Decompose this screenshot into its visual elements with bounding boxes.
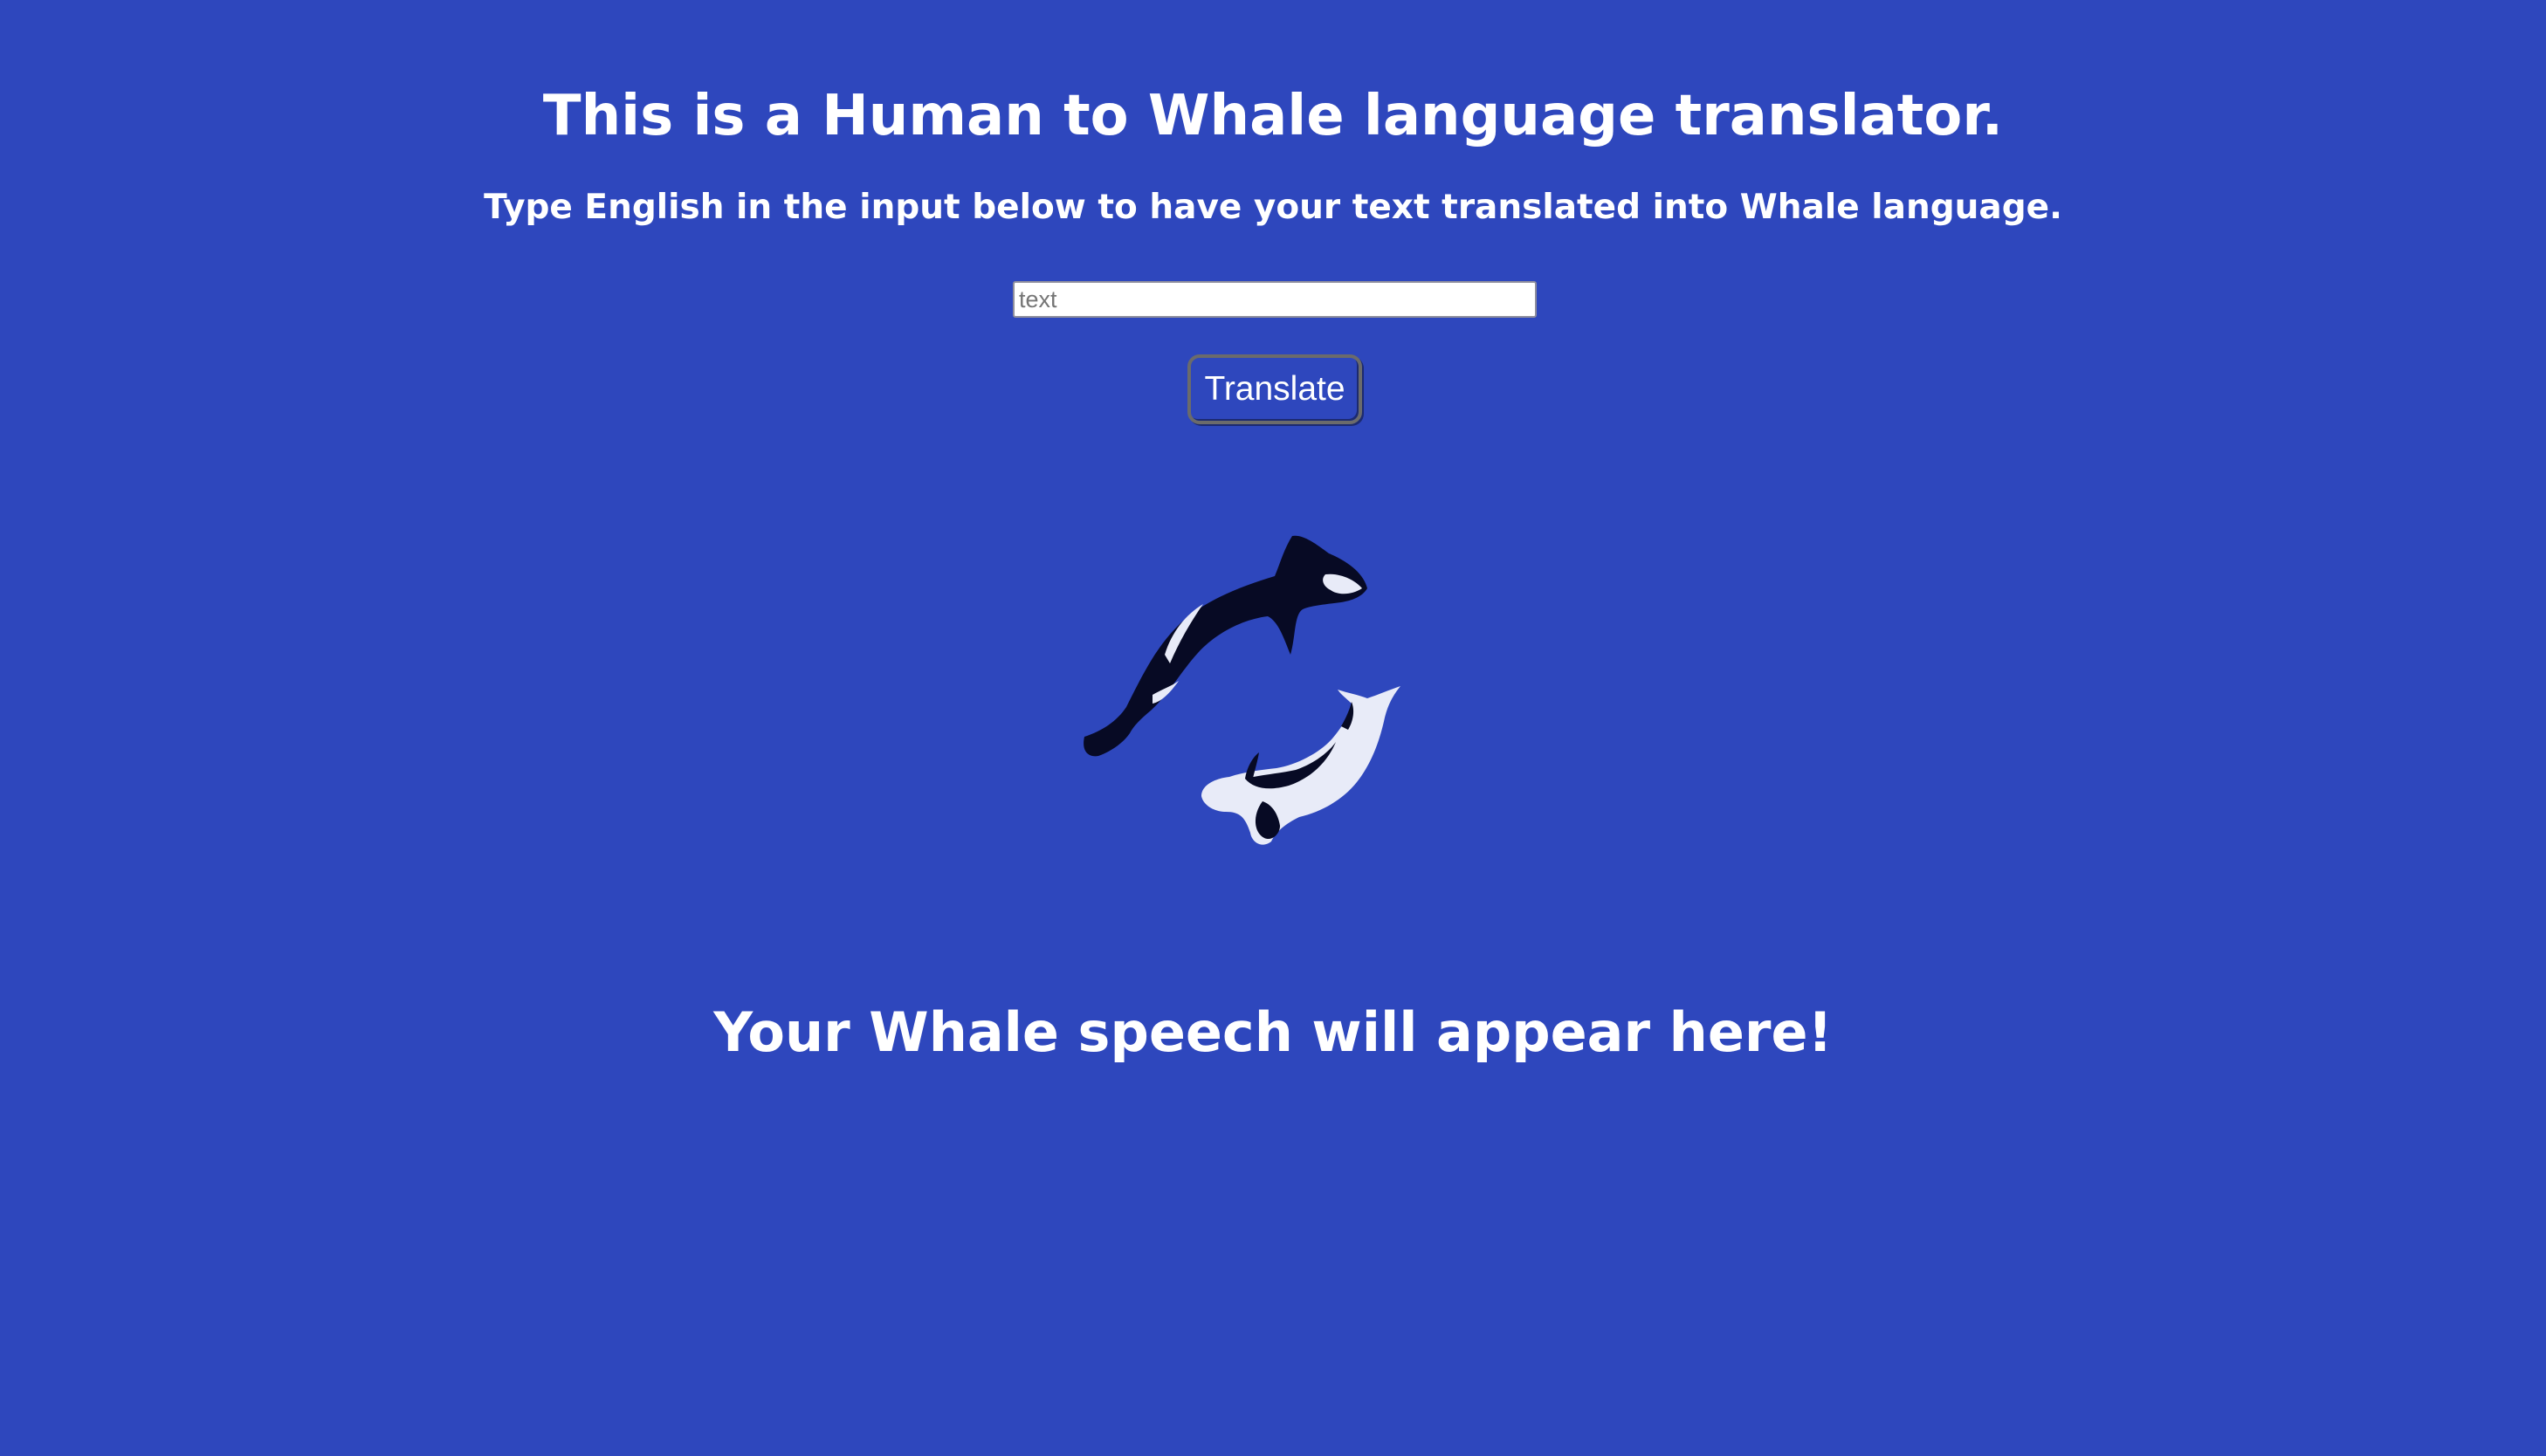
- page-title: This is a Human to Whale language transl…: [542, 84, 2004, 148]
- translator-page: This is a Human to Whale language transl…: [0, 0, 2546, 1456]
- whale-output: Your Whale speech will appear here!: [713, 1000, 1833, 1064]
- translate-button[interactable]: Translate: [1187, 354, 1362, 424]
- dark-orca-icon: [1084, 535, 1367, 757]
- orca-whales-icon: [1074, 524, 1406, 873]
- text-input[interactable]: [1013, 281, 1537, 318]
- page-subtitle: Type English in the input below to have …: [484, 188, 2062, 227]
- light-orca-icon: [1201, 686, 1400, 845]
